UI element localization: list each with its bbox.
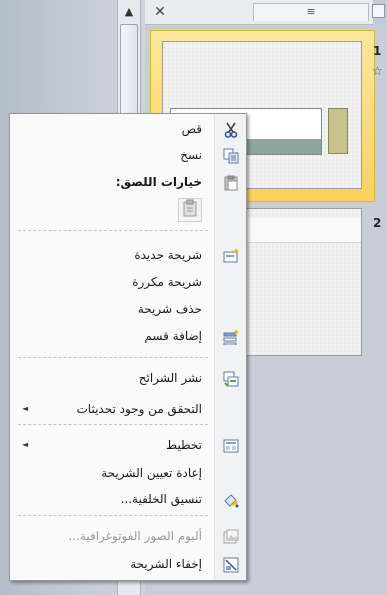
menu-item-photo-album: ألبوم الصور الفوتوغرافية...	[10, 525, 246, 549]
close-icon[interactable]: ✕	[151, 3, 169, 21]
menu-item-check-updates[interactable]: التحقق من وجود تحديثات ◄	[10, 398, 246, 422]
menu-item-label: نسخ	[180, 148, 202, 162]
menu-item-label: نشر الشرائح	[138, 371, 202, 385]
copy-icon	[222, 147, 240, 165]
photo-album-icon	[222, 528, 240, 546]
menu-item-label: خيارات اللصق:	[115, 175, 202, 189]
menu-item-duplicate-slide[interactable]: شريحة مكررة	[10, 271, 246, 295]
menu-separator	[18, 515, 208, 516]
submenu-arrow-icon: ◄	[22, 404, 29, 413]
menu-separator	[18, 230, 208, 231]
slide-1-side-rectangle	[328, 108, 348, 154]
menu-item-layout[interactable]: تخطيط ◄	[10, 434, 246, 458]
menu-item-label: شريحة جديدة	[134, 248, 202, 262]
menu-item-label: التحقق من وجود تحديثات	[76, 402, 203, 416]
menu-item-label: إعادة تعيين الشريحة	[101, 466, 202, 480]
format-background-icon	[222, 491, 240, 509]
menu-item-publish-slides[interactable]: نشر الشرائح	[10, 367, 246, 391]
submenu-arrow-icon: ◄	[22, 440, 29, 449]
menu-item-label: شريحة مكررة	[132, 275, 202, 289]
menu-item-label: تنسيق الخلفية...	[120, 492, 202, 506]
menu-item-label: قص	[181, 122, 202, 136]
add-section-icon	[222, 328, 240, 346]
menu-item-cut[interactable]: قص	[10, 118, 246, 142]
slide-number-2: 2	[373, 216, 382, 230]
slides-pane-header: ✕ ≡	[145, 0, 373, 25]
clipboard-icon	[222, 174, 240, 192]
menu-item-label: تخطيط	[166, 438, 202, 452]
paste-icon	[182, 199, 198, 221]
pane-close-button[interactable]	[372, 4, 385, 18]
menu-item-copy[interactable]: نسخ	[10, 144, 246, 168]
scissors-icon	[222, 121, 240, 139]
menu-item-label: حذف شريحة	[137, 302, 202, 316]
menu-item-reset-slide[interactable]: إعادة تعيين الشريحة	[10, 462, 246, 486]
publish-slides-icon	[222, 370, 240, 388]
menu-separator	[18, 424, 208, 425]
menu-item-new-slide[interactable]: شريحة جديدة	[10, 244, 246, 268]
menu-item-delete-slide[interactable]: حذف شريحة	[10, 298, 246, 322]
slide-number-1: 1	[373, 44, 382, 58]
layout-icon	[222, 437, 240, 455]
hide-slide-icon	[222, 556, 240, 574]
animation-star-icon: ☆	[372, 64, 383, 78]
menu-item-label: إخفاء الشريحة	[130, 557, 202, 571]
context-menu: قص نسخ خيارات اللصق: شريحة جديدة شريحة م…	[9, 113, 247, 581]
new-slide-icon	[222, 247, 240, 265]
scroll-up-arrow-icon[interactable]: ▲	[119, 2, 139, 20]
menu-item-label: ألبوم الصور الفوتوغرافية...	[68, 529, 202, 543]
paste-keep-source-button[interactable]	[178, 198, 202, 222]
menu-separator	[18, 357, 208, 358]
menu-item-add-section[interactable]: إضافة قسم	[10, 325, 246, 349]
menu-item-paste-options: خيارات اللصق:	[10, 171, 246, 195]
menu-item-label: إضافة قسم	[144, 329, 202, 343]
menu-item-format-background[interactable]: تنسيق الخلفية...	[10, 488, 246, 512]
menu-item-hide-slide[interactable]: إخفاء الشريحة	[10, 553, 246, 577]
tab-outline[interactable]: ≡	[253, 3, 369, 21]
